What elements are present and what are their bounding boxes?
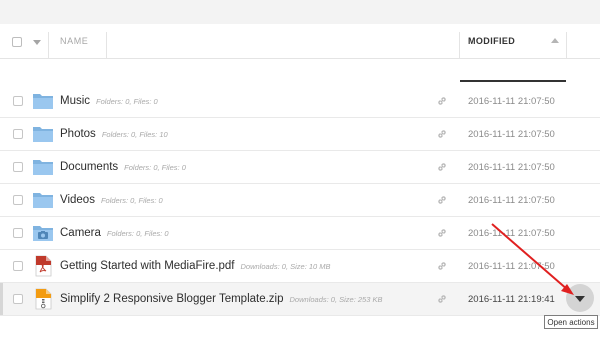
row-checkbox[interactable] bbox=[13, 228, 23, 238]
file-meta: Folders: 0, Files: 0 bbox=[100, 196, 163, 205]
select-options-chevron-down-icon[interactable] bbox=[33, 40, 41, 45]
file-title[interactable]: Photos Folders: 0, Files: 10 bbox=[60, 128, 168, 140]
modified-date: 2016-11-11 21:07:50 bbox=[468, 96, 555, 107]
file-meta: Folders: 0, Files: 0 bbox=[106, 229, 169, 238]
file-row-zip[interactable]: Simplify 2 Responsive Blogger Template.z… bbox=[0, 283, 600, 316]
modified-date: 2016-11-11 21:07:50 bbox=[468, 162, 555, 173]
file-meta: Folders: 0, Files: 0 bbox=[124, 163, 186, 172]
row-checkbox[interactable] bbox=[13, 129, 23, 139]
row-checkbox[interactable] bbox=[13, 294, 23, 304]
file-row-camera[interactable]: Camera Folders: 0, Files: 0 2016-11-11 21… bbox=[0, 217, 600, 250]
row-checkbox[interactable] bbox=[13, 195, 23, 205]
camera-folder-icon bbox=[33, 226, 53, 241]
share-link-icon[interactable] bbox=[436, 293, 448, 305]
open-actions-button[interactable] bbox=[566, 284, 594, 312]
header-divider bbox=[459, 32, 460, 58]
folder-icon bbox=[33, 193, 53, 208]
header-divider bbox=[48, 32, 49, 58]
modified-column-header[interactable]: MODIFIED bbox=[468, 36, 515, 46]
share-link-icon[interactable] bbox=[436, 260, 448, 272]
folder-icon bbox=[33, 160, 53, 175]
share-link-icon[interactable] bbox=[436, 194, 448, 206]
file-row-music[interactable]: Music Folders: 0, Files: 0 2016-11-11 21:… bbox=[0, 85, 600, 118]
file-meta: Folders: 0, Files: 10 bbox=[101, 130, 168, 139]
pdf-file-icon bbox=[35, 255, 52, 277]
row-checkbox[interactable] bbox=[13, 96, 23, 106]
modified-date: 2016-11-11 21:19:41 bbox=[468, 294, 555, 305]
share-link-icon[interactable] bbox=[436, 161, 448, 173]
modified-date: 2016-11-11 21:07:50 bbox=[468, 228, 555, 239]
file-row-documents[interactable]: Documents Folders: 0, Files: 0 2016-11-11… bbox=[0, 151, 600, 184]
file-title[interactable]: Videos Folders: 0, Files: 0 bbox=[60, 194, 163, 206]
file-row-photos[interactable]: Photos Folders: 0, Files: 10 2016-11-11 2… bbox=[0, 118, 600, 151]
select-all-checkbox[interactable] bbox=[12, 37, 22, 47]
open-actions-tooltip: Open actions bbox=[544, 315, 598, 329]
file-title[interactable]: Camera Folders: 0, Files: 0 bbox=[60, 227, 169, 239]
folder-icon bbox=[33, 94, 53, 109]
file-meta: Downloads: 0, Size: 253 KB bbox=[289, 295, 383, 304]
file-meta: Folders: 0, Files: 0 bbox=[96, 97, 158, 106]
name-column-header[interactable]: NAME bbox=[60, 36, 88, 46]
share-link-icon[interactable] bbox=[436, 227, 448, 239]
chevron-down-icon bbox=[575, 296, 585, 302]
share-link-icon[interactable] bbox=[436, 128, 448, 140]
file-row-videos[interactable]: Videos Folders: 0, Files: 0 2016-11-11 21… bbox=[0, 184, 600, 217]
file-title[interactable]: Simplify 2 Responsive Blogger Template.z… bbox=[60, 293, 383, 305]
header-divider bbox=[566, 32, 567, 58]
folder-icon bbox=[33, 127, 53, 142]
file-list-header: NAME MODIFIED bbox=[0, 24, 600, 82]
file-title[interactable]: Getting Started with MediaFire.pdf Downlo… bbox=[60, 260, 331, 272]
sort-ascending-icon[interactable] bbox=[551, 38, 559, 43]
header-divider bbox=[106, 32, 107, 58]
top-toolbar bbox=[0, 0, 600, 25]
modified-date: 2016-11-11 21:07:50 bbox=[468, 129, 555, 140]
file-meta: Downloads: 0, Size: 10 MB bbox=[240, 262, 331, 271]
row-checkbox[interactable] bbox=[13, 162, 23, 172]
active-sort-underline bbox=[460, 80, 566, 82]
file-title[interactable]: Music Folders: 0, Files: 0 bbox=[60, 95, 158, 107]
share-link-icon[interactable] bbox=[436, 95, 448, 107]
modified-date: 2016-11-11 21:07:50 bbox=[468, 195, 555, 206]
modified-date: 2016-11-11 21:07:50 bbox=[468, 261, 555, 272]
file-title[interactable]: Documents Folders: 0, Files: 0 bbox=[60, 161, 186, 173]
file-row-pdf[interactable]: Getting Started with MediaFire.pdf Downlo… bbox=[0, 250, 600, 283]
row-checkbox[interactable] bbox=[13, 261, 23, 271]
zip-file-icon bbox=[35, 288, 52, 310]
